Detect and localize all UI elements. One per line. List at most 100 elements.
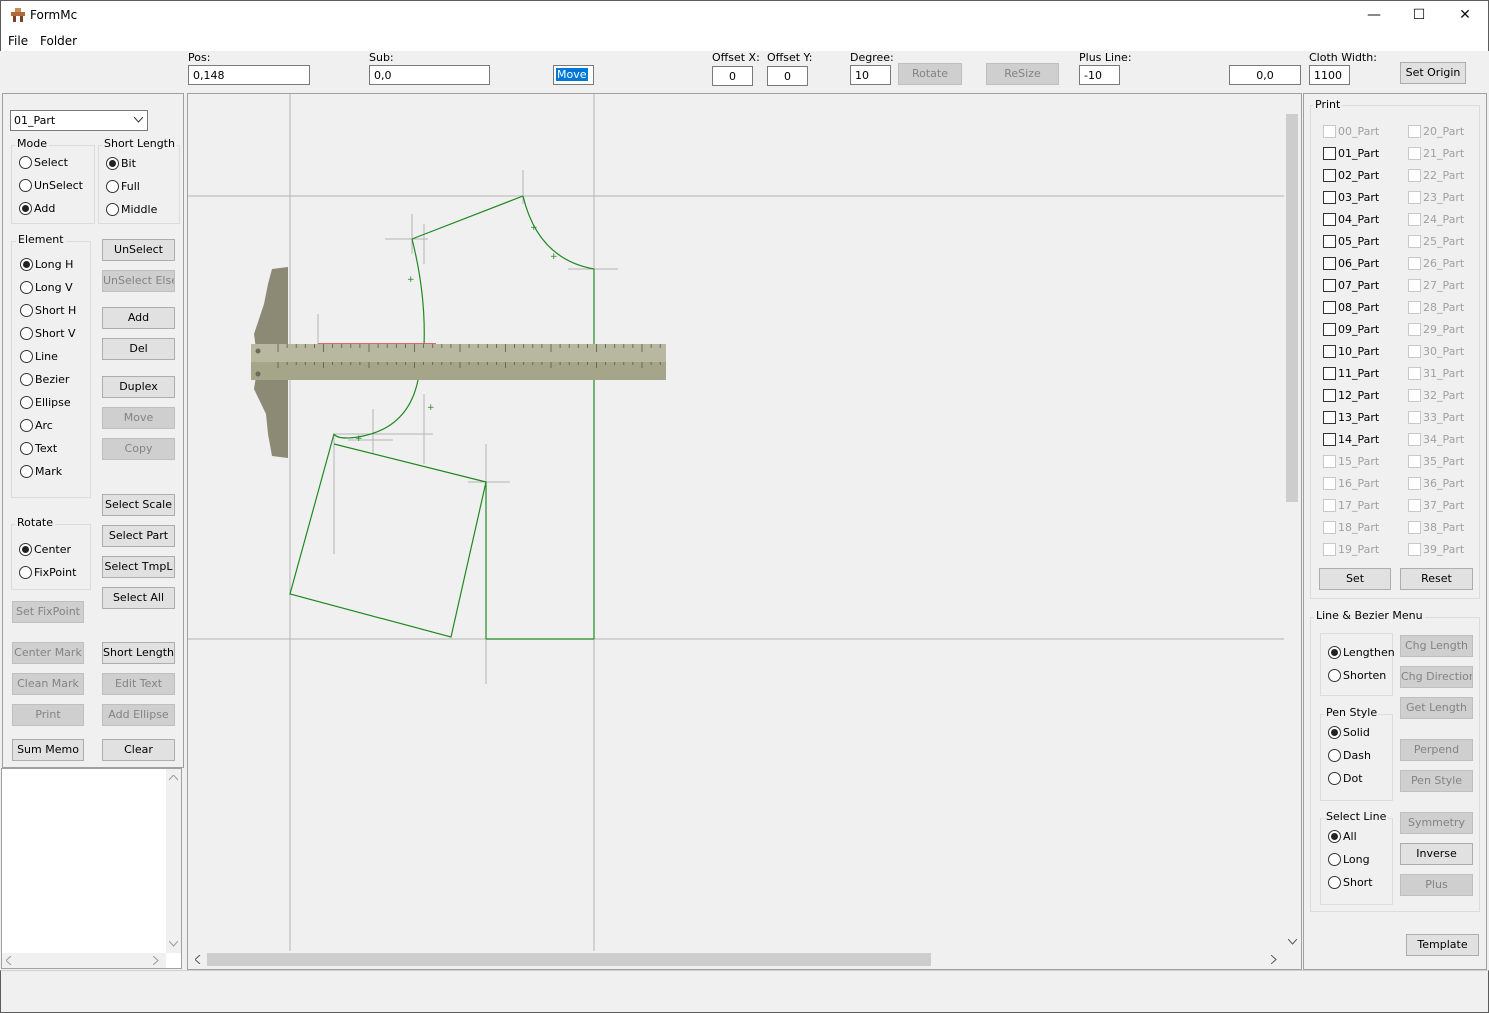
- rotate-button[interactable]: Rotate: [898, 63, 962, 85]
- element-radio-short-h[interactable]: Short H: [20, 303, 76, 319]
- memo-vscrollbar[interactable]: [166, 769, 181, 953]
- print-check-26-part[interactable]: 26_Part: [1408, 257, 1464, 271]
- select-line-radio-all[interactable]: All: [1328, 829, 1357, 845]
- print-check-34-part[interactable]: 34_Part: [1408, 433, 1464, 447]
- select-line-radio-short[interactable]: Short: [1328, 875, 1373, 891]
- print-check-24-part[interactable]: 24_Part: [1408, 213, 1464, 227]
- print-check-20-part[interactable]: 20_Part: [1408, 125, 1464, 139]
- minimize-button[interactable]: —: [1351, 0, 1397, 30]
- print-check-23-part[interactable]: 23_Part: [1408, 191, 1464, 205]
- scroll-down-icon[interactable]: [1288, 939, 1297, 945]
- copy-button[interactable]: Copy: [102, 438, 175, 460]
- rotate-radio-center[interactable]: Center: [19, 542, 71, 558]
- scroll-down-icon[interactable]: [169, 941, 178, 947]
- mode-radio-select[interactable]: Select: [19, 155, 68, 171]
- print-button[interactable]: Print: [12, 704, 84, 726]
- unselect-else-button[interactable]: UnSelect Else: [102, 270, 175, 292]
- print-check-36-part[interactable]: 36_Part: [1408, 477, 1464, 491]
- select-part-button[interactable]: Select Part: [102, 525, 175, 547]
- part-select[interactable]: 01_Part: [10, 110, 148, 131]
- select-tmpl-button[interactable]: Select TmpL: [102, 556, 175, 578]
- element-radio-mark[interactable]: Mark: [20, 464, 62, 480]
- pattern-drawing[interactable]: + + + + +: [188, 94, 1301, 969]
- print-check-01-part[interactable]: 01_Part: [1323, 147, 1379, 161]
- canvas-hscroll-thumb[interactable]: [207, 953, 931, 966]
- print-check-08-part[interactable]: 08_Part: [1323, 301, 1379, 315]
- offset-y-field[interactable]: 0: [767, 66, 808, 86]
- memo-hscrollbar[interactable]: [2, 953, 166, 968]
- edit-text-button[interactable]: Edit Text: [102, 673, 175, 695]
- print-check-15-part[interactable]: 15_Part: [1323, 455, 1379, 469]
- resize-button[interactable]: ReSize: [986, 63, 1059, 85]
- unselect-button[interactable]: UnSelect: [102, 239, 175, 261]
- element-radio-line[interactable]: Line: [20, 349, 58, 365]
- print-check-13-part[interactable]: 13_Part: [1323, 411, 1379, 425]
- print-check-16-part[interactable]: 16_Part: [1323, 477, 1379, 491]
- print-check-12-part[interactable]: 12_Part: [1323, 389, 1379, 403]
- print-check-33-part[interactable]: 33_Part: [1408, 411, 1464, 425]
- print-reset-button[interactable]: Reset: [1400, 568, 1473, 590]
- element-radio-text[interactable]: Text: [20, 441, 57, 457]
- print-check-32-part[interactable]: 32_Part: [1408, 389, 1464, 403]
- pen-style-radio-dash[interactable]: Dash: [1328, 748, 1371, 764]
- rotate-radio-fixpoint[interactable]: FixPoint: [19, 565, 76, 581]
- print-check-00-part[interactable]: 00_Part: [1323, 125, 1379, 139]
- canvas-hscrollbar[interactable]: [189, 951, 1284, 968]
- print-check-35-part[interactable]: 35_Part: [1408, 455, 1464, 469]
- close-button[interactable]: ✕: [1442, 0, 1488, 30]
- center-mark-button[interactable]: Center Mark: [12, 642, 84, 664]
- offset-x-field[interactable]: 0: [712, 66, 753, 86]
- print-check-06-part[interactable]: 06_Part: [1323, 257, 1379, 271]
- move-field[interactable]: Move: [553, 65, 594, 85]
- print-check-10-part[interactable]: 10_Part: [1323, 345, 1379, 359]
- plus-line-field[interactable]: -10: [1079, 65, 1120, 85]
- pen-style-button[interactable]: Pen Style: [1400, 770, 1473, 792]
- print-check-38-part[interactable]: 38_Part: [1408, 521, 1464, 535]
- print-check-03-part[interactable]: 03_Part: [1323, 191, 1379, 205]
- scroll-left-icon[interactable]: [6, 956, 12, 965]
- degree-field[interactable]: 10: [850, 65, 891, 85]
- menu-folder[interactable]: Folder: [40, 34, 77, 48]
- ruler[interactable]: [251, 267, 666, 458]
- print-check-18-part[interactable]: 18_Part: [1323, 521, 1379, 535]
- element-radio-long-v[interactable]: Long V: [20, 280, 73, 296]
- select-all-button[interactable]: Select All: [102, 587, 175, 609]
- maximize-button[interactable]: ☐: [1396, 0, 1442, 30]
- add-ellipse-button[interactable]: Add Ellipse: [102, 704, 175, 726]
- plus-button[interactable]: Plus: [1400, 874, 1473, 896]
- coord-field[interactable]: 0,0: [1229, 65, 1301, 85]
- select-scale-button[interactable]: Select Scale: [102, 494, 175, 516]
- print-check-14-part[interactable]: 14_Part: [1323, 433, 1379, 447]
- mode-radio-add[interactable]: Add: [19, 201, 55, 217]
- print-check-39-part[interactable]: 39_Part: [1408, 543, 1464, 557]
- print-check-22-part[interactable]: 22_Part: [1408, 169, 1464, 183]
- print-check-05-part[interactable]: 05_Part: [1323, 235, 1379, 249]
- pen-style-radio-dot[interactable]: Dot: [1328, 771, 1363, 787]
- sum-memo-button[interactable]: Sum Memo: [12, 739, 84, 761]
- sub-field[interactable]: 0,0: [369, 65, 490, 85]
- element-radio-arc[interactable]: Arc: [20, 418, 53, 434]
- chg-direction-button[interactable]: Chg Direction: [1400, 666, 1473, 688]
- print-check-17-part[interactable]: 17_Part: [1323, 499, 1379, 513]
- print-check-11-part[interactable]: 11_Part: [1323, 367, 1379, 381]
- element-radio-short-v[interactable]: Short V: [20, 326, 76, 342]
- canvas-vscrollbar[interactable]: [1284, 96, 1300, 952]
- chg-length-button[interactable]: Chg Length: [1400, 635, 1473, 657]
- duplex-button[interactable]: Duplex: [102, 376, 175, 398]
- set-fixpoint-button[interactable]: Set FixPoint: [12, 601, 84, 623]
- mode-radio-unselect[interactable]: UnSelect: [19, 178, 83, 194]
- short-length-radio-bit[interactable]: Bit: [106, 156, 136, 172]
- short-length-button[interactable]: Short Length: [102, 642, 175, 664]
- print-check-02-part[interactable]: 02_Part: [1323, 169, 1379, 183]
- print-check-37-part[interactable]: 37_Part: [1408, 499, 1464, 513]
- element-radio-ellipse[interactable]: Ellipse: [20, 395, 71, 411]
- print-check-28-part[interactable]: 28_Part: [1408, 301, 1464, 315]
- canvas-vscroll-thumb[interactable]: [1286, 114, 1298, 502]
- get-length-button[interactable]: Get Length: [1400, 697, 1473, 719]
- pos-field[interactable]: 0,148: [188, 65, 310, 85]
- scroll-right-icon[interactable]: [1271, 955, 1277, 964]
- element-radio-long-h[interactable]: Long H: [20, 257, 73, 273]
- scroll-left-icon[interactable]: [195, 955, 201, 964]
- print-check-27-part[interactable]: 27_Part: [1408, 279, 1464, 293]
- length-radio-lengthen[interactable]: Lengthen: [1328, 645, 1395, 661]
